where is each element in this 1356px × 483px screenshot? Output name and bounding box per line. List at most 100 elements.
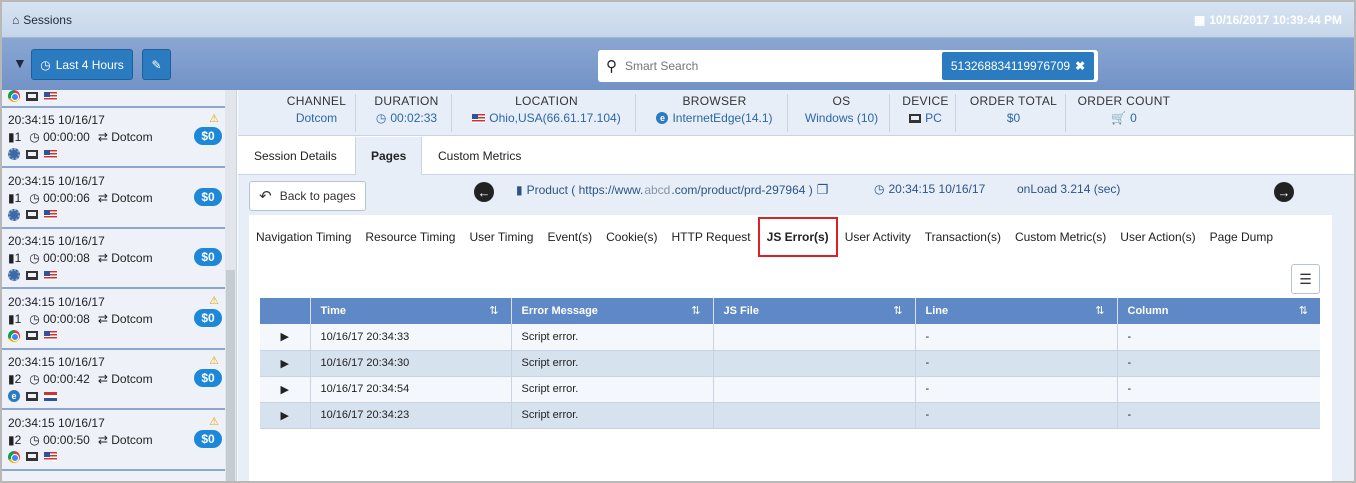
session-item-partial[interactable] <box>2 90 225 108</box>
table-cell: 10/16/17 20:34:33 <box>310 324 512 351</box>
subtab-custom-metrics[interactable]: Custom Metric(s) <box>1008 219 1113 255</box>
session-item[interactable]: 20:34:15 10/16/17 ⚠ ▮2 ◷ 00:00:50 ⇄ Dotcom $0 <box>2 410 225 471</box>
column-header-line[interactable]: Line ⇅ <box>915 298 1118 324</box>
warning-icon: ⚠ <box>209 415 219 428</box>
duration-value: 00:00:42 <box>43 372 90 386</box>
tab-pages[interactable]: Pages <box>355 137 423 176</box>
tab-session-details[interactable]: Session Details <box>239 137 352 175</box>
filter-icon[interactable]: ▼ <box>13 55 27 71</box>
column-header-js-file[interactable]: JS File ⇅ <box>713 298 916 324</box>
warning-icon: ⚠ <box>209 294 219 307</box>
subtab-events[interactable]: Event(s) <box>540 219 599 255</box>
file-icon: ▮ <box>8 251 15 265</box>
page-count-value: 1 <box>14 190 22 205</box>
search-input[interactable] <box>625 59 925 73</box>
caret-right-icon[interactable]: ▶ <box>281 384 289 396</box>
table-row[interactable]: ▶ 10/16/17 20:34:33 Script error. - - <box>260 324 1320 351</box>
subtab-page-dump[interactable]: Page Dump <box>1203 219 1280 255</box>
session-item[interactable]: 20:34:15 10/16/17 ⚠ ▮1 ◷ 00:00:00 ⇄ Dotcom $0 <box>2 108 225 168</box>
session-item[interactable]: 20:34:15 10/16/17 ▮1 ◷ 00:00:08 ⇄ Dotcom $0 <box>2 229 225 289</box>
expand-cell[interactable]: ▶ <box>260 402 311 429</box>
session-item[interactable]: 20:34:15 10/16/17 ▮1 ◷ 00:00:06 ⇄ Dotcom $0 <box>2 168 225 229</box>
subtab-transactions[interactable]: Transaction(s) <box>918 219 1008 255</box>
channel-value: Dotcom <box>295 111 338 125</box>
back-to-pages-button[interactable]: ↶ Back to pages <box>249 181 366 211</box>
subtab-navigation-timing[interactable]: Navigation Timing <box>249 219 358 255</box>
subtab-http-request[interactable]: HTTP Request <box>665 219 758 255</box>
summary-channel: CHANNEL Dotcom <box>278 94 356 132</box>
us-flag-icon <box>44 331 57 340</box>
session-item[interactable]: 20:34:15 10/16/17 ⚠ ▮1 ◷ 00:00:08 ⇄ Dotcom $0 <box>2 289 225 350</box>
scrollbar[interactable] <box>225 90 236 481</box>
expand-cell[interactable]: ▶ <box>260 350 311 377</box>
subtab-resource-timing[interactable]: Resource Timing <box>358 219 462 255</box>
us-flag-icon <box>44 91 57 101</box>
expand-column-header <box>260 298 311 324</box>
sort-icon[interactable]: ⇅ <box>893 304 902 317</box>
time-range-label: Last 4 Hours <box>55 57 124 72</box>
table-row[interactable]: ▶ 10/16/17 20:34:30 Script error. - - <box>260 350 1320 377</box>
app-window: ⌂ Sessions ▦ 10/16/2017 10:39:44 PM ▼ ◷ … <box>0 0 1356 483</box>
edit-button[interactable]: ✎ <box>142 49 171 80</box>
expand-cell[interactable]: ▶ <box>260 324 311 351</box>
copy-icon[interactable]: ❐ <box>817 182 829 198</box>
back-label: Back to pages <box>279 189 356 203</box>
device-label: DEVICE <box>902 94 949 108</box>
order-amount-badge: $0 <box>194 429 222 448</box>
os-value: Windows (10) <box>804 111 879 125</box>
next-page-button[interactable]: → <box>1274 182 1294 202</box>
page-count-value: 2 <box>14 372 22 386</box>
file-icon: ▮ <box>8 311 15 326</box>
channel-value: Dotcom <box>111 372 153 386</box>
page-count-value: 1 <box>14 311 22 326</box>
session-item[interactable]: 20:34:15 10/16/17 ⚠ ▮2 ◷ 00:00:42 ⇄ Dotcom $0… <box>2 350 225 410</box>
duration-value: 00:00:50 <box>43 432 90 447</box>
summary-location: LOCATION Ohio,USA(66.61.17.104) <box>458 94 636 132</box>
duration-value: 00:00:00 <box>43 130 90 144</box>
subtab-user-actions[interactable]: User Action(s) <box>1113 219 1202 255</box>
file-icon: ▮ <box>8 432 15 447</box>
warning-icon: ⚠ <box>209 113 219 125</box>
sort-icon[interactable]: ⇅ <box>691 304 700 317</box>
prev-page-button[interactable]: ← <box>474 182 494 202</box>
subtab-cookies[interactable]: Cookie(s) <box>599 219 664 255</box>
subtab-js-errors[interactable]: JS Error(s) <box>757 217 838 257</box>
sort-icon[interactable]: ⇅ <box>489 304 498 317</box>
session-channel: ⇄ Dotcom <box>98 433 153 447</box>
summary-order-total: ORDER TOTAL $0 <box>962 94 1066 132</box>
expand-cell[interactable]: ▶ <box>260 376 311 403</box>
order-amount-badge: $0 <box>194 187 222 206</box>
duration-value: 00:02:33 <box>390 111 438 125</box>
column-header-time[interactable]: Time ⇅ <box>310 298 512 324</box>
page-time-value: 20:34:15 10/16/17 <box>888 182 986 196</box>
header-label: Time <box>320 305 346 317</box>
subtab-user-activity[interactable]: User Activity <box>838 219 918 255</box>
session-summary: CHANNEL Dotcom DURATION ◷ 00:02:33 LOCATI… <box>238 90 1354 136</box>
caret-right-icon[interactable]: ▶ <box>281 410 289 422</box>
column-list-button[interactable]: ☰ <box>1291 264 1320 294</box>
session-time: 20:34:15 10/16/17 <box>8 294 105 309</box>
session-duration: ◷ 00:00:50 <box>29 433 90 447</box>
current-datetime: ▦ 10/16/2017 10:39:44 PM <box>1194 13 1342 27</box>
close-icon[interactable]: ✖ <box>1075 59 1085 73</box>
column-header-column[interactable]: Column ⇅ <box>1117 298 1320 324</box>
subtab-user-timing[interactable]: User Timing <box>462 219 540 255</box>
monitor-icon <box>26 331 38 340</box>
channel-value: Dotcom <box>111 130 153 144</box>
sort-icon[interactable]: ⇅ <box>1095 304 1104 317</box>
clock-icon: ◷ <box>874 182 885 196</box>
search-tag[interactable]: 513268834119976709 ✖ <box>942 52 1094 80</box>
sort-icon[interactable]: ⇅ <box>1299 304 1308 317</box>
table-row[interactable]: ▶ 10/16/17 20:34:54 Script error. - - <box>260 376 1320 403</box>
tab-custom-metrics[interactable]: Custom Metrics <box>423 137 536 175</box>
home-icon[interactable]: ⌂ <box>12 13 19 27</box>
column-header-error-message[interactable]: Error Message ⇅ <box>511 298 714 324</box>
file-icon: ▮ <box>8 130 15 144</box>
caret-right-icon[interactable]: ▶ <box>281 331 289 343</box>
time-range-button[interactable]: ◷ Last 4 Hours <box>31 49 133 80</box>
scrollbar-thumb[interactable] <box>226 270 235 481</box>
page-detail: ↶ Back to pages ← ▮ Product ( https://ww… <box>238 175 1354 481</box>
table-row[interactable]: ▶ 10/16/17 20:34:23 Script error. - - <box>260 402 1320 429</box>
page-count: ▮2 <box>8 433 21 447</box>
caret-right-icon[interactable]: ▶ <box>281 358 289 370</box>
